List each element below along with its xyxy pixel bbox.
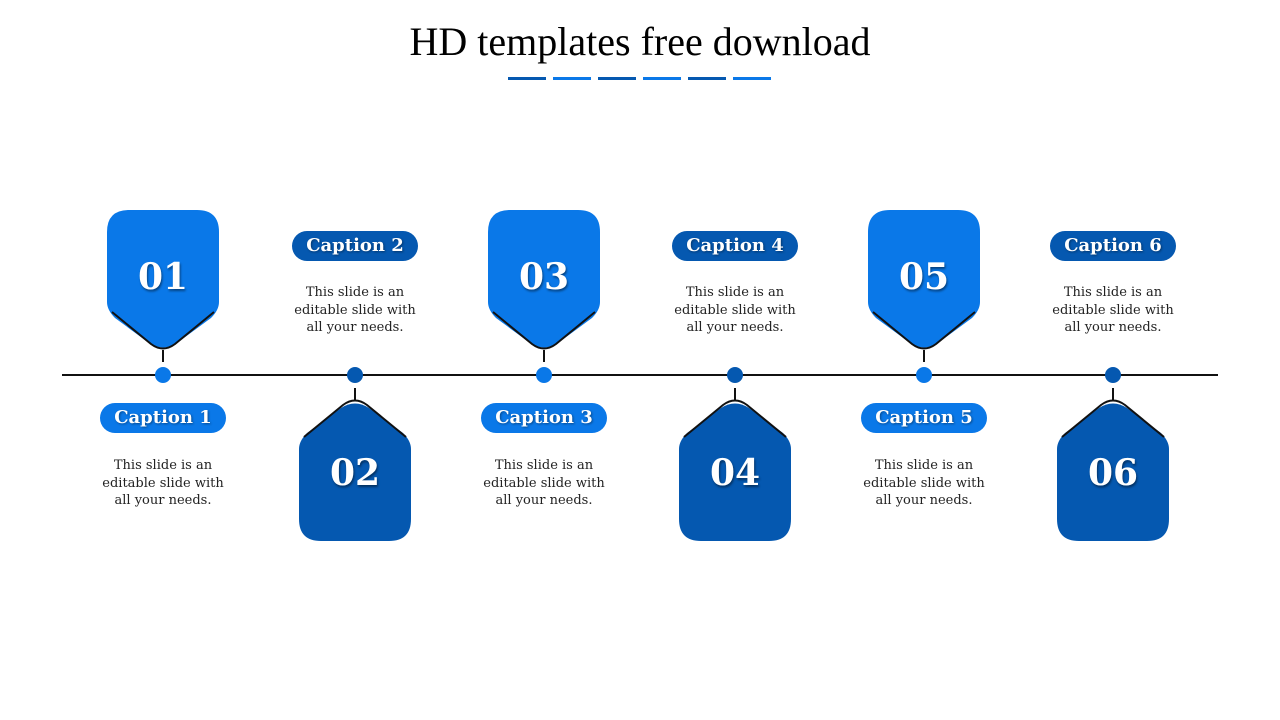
timeline-dot	[536, 367, 552, 383]
timeline-dot	[347, 367, 363, 383]
caption-description: This slide is an editable slide with all…	[674, 285, 796, 335]
title-underline-dash	[508, 77, 546, 80]
caption-description: This slide is an editable slide with all…	[483, 458, 605, 508]
slide-title: HD templates free download	[409, 19, 871, 64]
caption-label: Caption 5	[861, 403, 987, 433]
title-underline-dash	[553, 77, 591, 80]
caption-description: This slide is an editable slide with all…	[294, 285, 416, 335]
step-marker[interactable]: 05	[868, 210, 980, 350]
step-number: 01	[137, 256, 189, 298]
connector-stem	[543, 350, 545, 362]
step-marker[interactable]: 01	[107, 210, 219, 350]
caption-description: This slide is an editable slide with all…	[102, 458, 224, 508]
step-number: 06	[1087, 452, 1139, 494]
timeline-dot	[1105, 367, 1121, 383]
caption-label: Caption 2	[292, 231, 418, 261]
connector-stem	[162, 350, 164, 362]
timeline-axis	[62, 374, 1218, 376]
title-underline-dash	[688, 77, 726, 80]
timeline-dot	[916, 367, 932, 383]
title-underline-dash	[733, 77, 771, 80]
step-number: 05	[898, 256, 950, 298]
caption-description: This slide is an editable slide with all…	[863, 458, 985, 508]
timeline-dot	[727, 367, 743, 383]
title-underline-dash	[643, 77, 681, 80]
caption-description: This slide is an editable slide with all…	[1052, 285, 1174, 335]
caption-label: Caption 3	[481, 403, 607, 433]
connector-stem	[923, 350, 925, 362]
caption-label: Caption 4	[672, 231, 798, 261]
caption-label: Caption 1	[100, 403, 226, 433]
step-marker[interactable]: 02	[299, 398, 411, 541]
step-number: 02	[329, 452, 381, 494]
step-number: 03	[518, 256, 570, 298]
step-marker[interactable]: 04	[679, 398, 791, 541]
timeline-dot	[155, 367, 171, 383]
title-underline-dash	[598, 77, 636, 80]
step-marker[interactable]: 03	[488, 210, 600, 350]
step-marker[interactable]: 06	[1057, 398, 1169, 541]
caption-label: Caption 6	[1050, 231, 1176, 261]
step-number: 04	[709, 452, 761, 494]
